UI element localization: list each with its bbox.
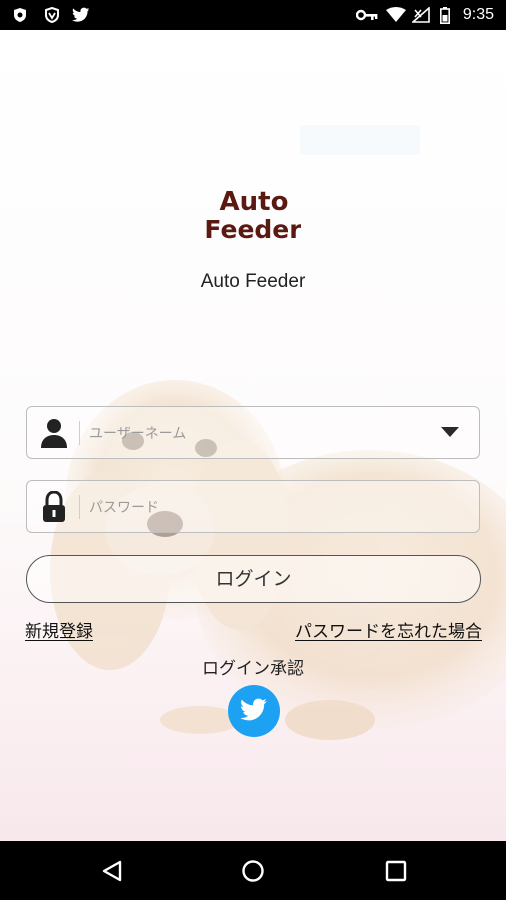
recents-icon[interactable]: [384, 859, 408, 883]
back-icon[interactable]: [100, 859, 124, 883]
svg-text:Auto: Auto: [220, 187, 289, 217]
username-input[interactable]: [87, 417, 411, 451]
login-button[interactable]: ログイン: [26, 555, 481, 603]
status-time: 9:35: [462, 6, 494, 23]
password-input[interactable]: [87, 491, 411, 525]
login-approval-label: ログイン承認: [202, 659, 304, 679]
auto-feeder-logo: Auto Feeder: [206, 187, 301, 244]
username-field[interactable]: [26, 406, 480, 459]
lock-icon: [43, 491, 65, 522]
register-link[interactable]: 新規登録: [25, 617, 93, 642]
signal-icon: [412, 7, 430, 23]
svg-text:Feeder: Feeder: [206, 215, 301, 244]
field-divider: [79, 495, 80, 519]
app-name: Auto Feeder: [200, 271, 306, 292]
field-divider: [79, 421, 80, 445]
twitter-login-button[interactable]: [228, 685, 280, 737]
login-screen: Auto Feeder Auto Feeder ログイン 新規登録 パスワードを…: [0, 30, 506, 841]
wifi-icon: [386, 7, 406, 22]
user-icon: [41, 419, 67, 448]
twitter-notification-icon: [72, 7, 90, 22]
forgot-password-link[interactable]: パスワードを忘れた場合: [295, 617, 482, 642]
battery-icon: [440, 7, 450, 24]
twitter-icon: [240, 698, 267, 721]
home-icon[interactable]: [241, 859, 265, 883]
key-icon: [356, 9, 378, 21]
password-field[interactable]: [26, 480, 480, 533]
dropdown-arrow-icon[interactable]: [441, 427, 459, 437]
vpn-shield-icon: [45, 7, 59, 23]
shield-icon: [14, 8, 26, 22]
navigation-bar: [0, 841, 506, 900]
status-bar: 9:35: [0, 0, 506, 30]
